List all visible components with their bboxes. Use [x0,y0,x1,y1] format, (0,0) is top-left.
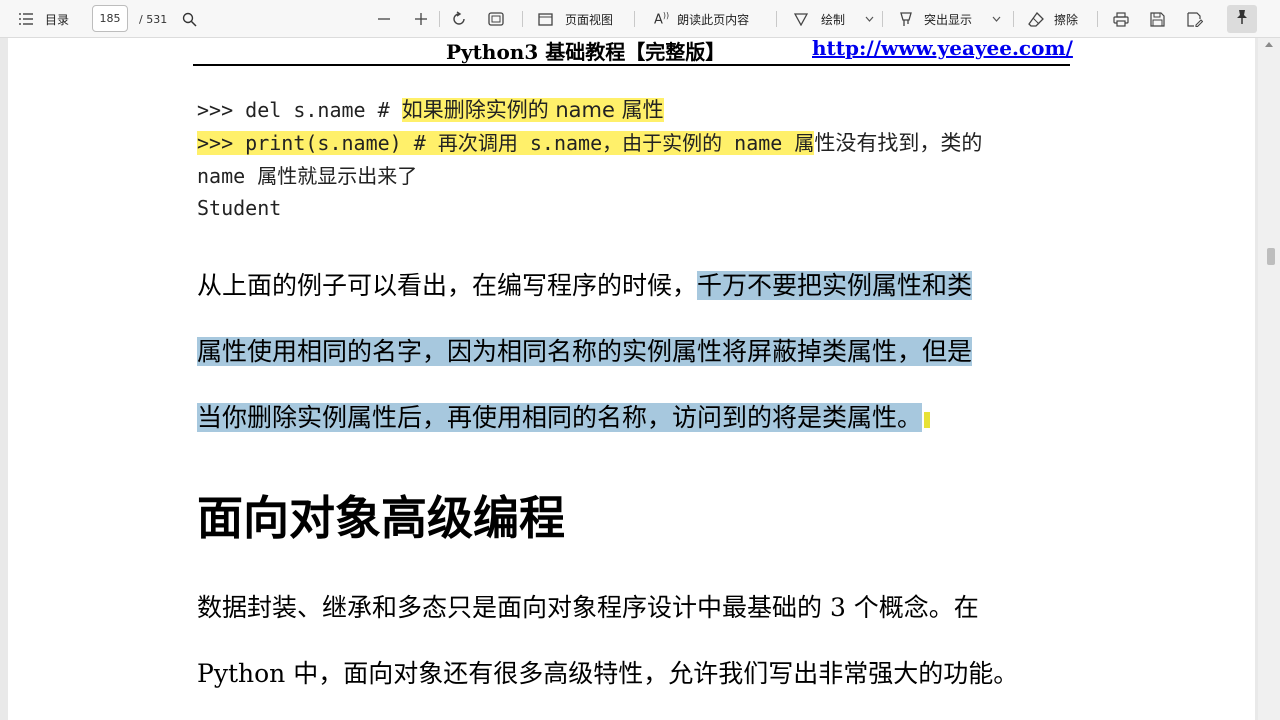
fit-page-icon [488,12,504,26]
toolbar-divider [776,11,777,27]
page-total: / 531 [139,12,168,26]
code-line: >>> print(s.name) # 再次调用 s.name，由于实例的 na… [197,129,982,157]
minus-icon [377,12,391,26]
header-rule [193,64,1070,66]
code-text: 性没有找到，类的 [814,131,983,155]
page-view-label: 页面视图 [565,12,614,27]
vertical-scrollbar[interactable] [1258,38,1280,720]
body-text: Python 中，面向对象还有很多高级特性，允许我们写出非常强大的功能。 [197,659,1019,688]
search-icon [182,12,197,27]
print-icon [1113,11,1129,27]
chevron-down-icon[interactable] [992,16,1001,22]
save-as-icon [1187,11,1203,27]
draw-button[interactable]: 绘制 [794,0,874,38]
highlighter-icon [899,11,913,27]
eraser-icon [1028,11,1044,27]
toolbar-divider [1097,11,1098,27]
zoom-out-button[interactable] [377,0,391,38]
code-text: >>> del s.name # [197,98,402,122]
pin-toolbar-button[interactable] [1227,5,1257,33]
toolbar-divider [1013,11,1014,27]
toolbar-divider [634,11,635,27]
read-aloud-icon: A)) [654,10,670,28]
highlight-label: 突出显示 [924,12,973,27]
paragraph-line: 当你删除实例属性后，再使用相同的名称，访问到的将是类属性。 [197,398,931,438]
text-cursor [924,411,931,428]
selected-text: 当你删除实例属性后，再使用相同的名称，访问到的将是类属性。 [197,403,923,432]
print-button[interactable] [1113,0,1129,38]
selected-text: 千万不要把实例属性和类 [697,271,973,300]
body-text: 从上面的例子可以看出，在编写程序的时候， [197,271,698,300]
search-button[interactable] [182,0,197,38]
header-link[interactable]: http://www.yeayee.com/ [812,36,1073,60]
erase-button[interactable]: 擦除 [1028,0,1078,38]
draw-label: 绘制 [821,12,846,27]
paragraph-line: 属性使用相同的名字，因为相同名称的实例属性将屏蔽掉类属性，但是 [197,332,973,372]
fit-page-button[interactable] [488,0,504,38]
highlighted-text: >>> print(s.name) # 再次调用 s.name，由于实例的 na… [197,131,815,155]
pdf-toolbar: 目录 185 / 531 页面视图 A)) 朗读此页内容 绘制 突出显示 擦除 [0,0,1280,38]
toolbar-divider [522,11,523,27]
paragraph-line: 数据封装、继承和多态只是面向对象程序设计中最基础的 3 个概念。在 [197,588,979,628]
body-text: 数据封装、继承和多态只是面向对象程序设计中最基础的 3 个概念。在 [197,593,979,622]
erase-label: 擦除 [1054,12,1079,27]
running-header-title: Python3 基础教程【完整版】 [446,40,726,64]
list-icon [18,12,34,26]
scroll-up-icon[interactable] [1265,42,1273,47]
save-as-button[interactable] [1187,0,1203,38]
draw-icon [794,12,808,26]
highlighted-text: 如果删除实例的 name 属性 [401,98,664,122]
scrollbar-thumb[interactable] [1267,248,1275,265]
page-view-icon [538,12,553,26]
page-number-input[interactable]: 185 [92,5,128,32]
toolbar-divider [439,11,440,27]
save-button[interactable] [1150,0,1165,38]
plus-icon [414,12,428,26]
page-view-button[interactable]: 页面视图 [538,0,613,38]
toolbar-divider [882,11,883,27]
zoom-in-button[interactable] [414,0,428,38]
rotate-button[interactable] [451,0,467,38]
highlight-button[interactable]: 突出显示 [899,0,1001,38]
read-aloud-button[interactable]: A)) 朗读此页内容 [654,0,749,38]
code-line: >>> del s.name # 如果删除实例的 name 属性 [197,96,664,124]
save-icon [1150,11,1165,27]
rotate-icon [451,11,467,27]
paragraph-line: Python 中，面向对象还有很多高级特性，允许我们写出非常强大的功能。 [197,654,1018,694]
section-heading: 面向对象高级编程 [197,491,565,545]
code-output: Student [197,194,281,222]
code-text: name 属性就显示出来了 [197,164,418,188]
read-aloud-label: 朗读此页内容 [677,12,750,27]
toc-label: 目录 [45,12,70,27]
chevron-down-icon[interactable] [865,16,874,22]
code-text: Student [197,196,282,220]
selected-text: 属性使用相同的名字，因为相同名称的实例属性将屏蔽掉类属性，但是 [197,337,973,366]
toc-button[interactable]: 目录 [18,0,69,38]
paragraph-line: 从上面的例子可以看出，在编写程序的时候，千万不要把实例属性和类 [197,266,973,306]
code-line: name 属性就显示出来了 [197,162,417,190]
pin-icon [1235,9,1249,29]
